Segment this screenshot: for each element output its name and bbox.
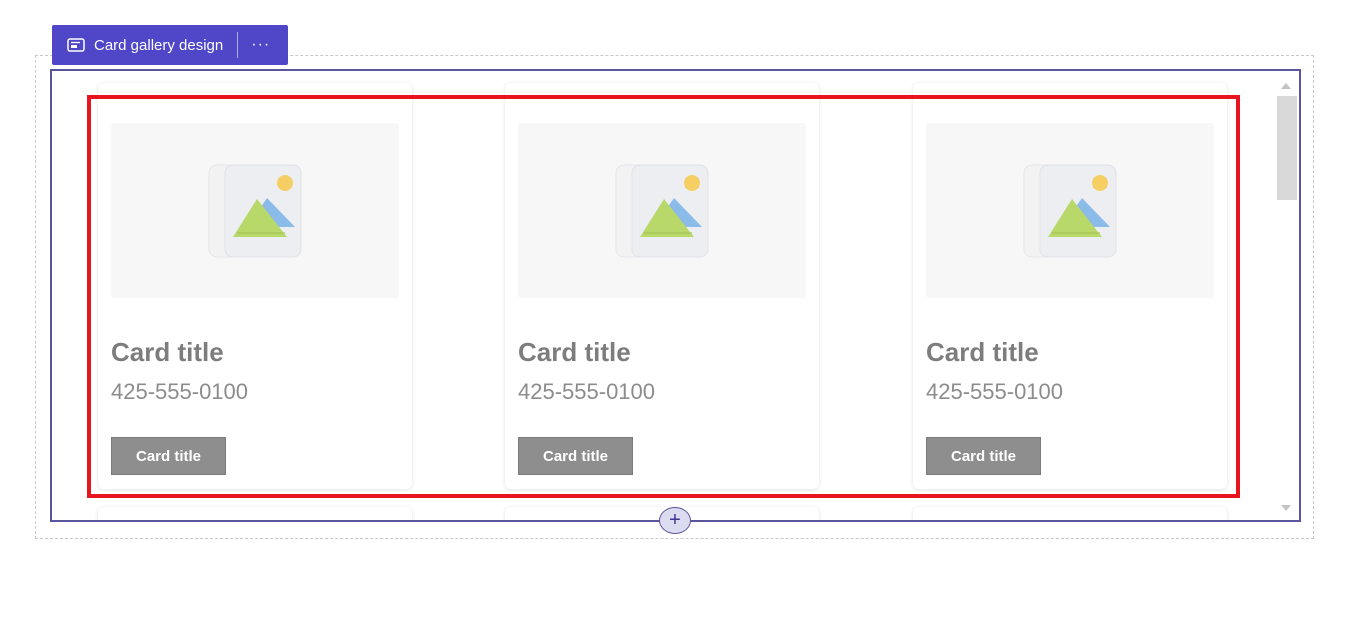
image-placeholder-icon bbox=[208, 164, 302, 258]
gallery-card-partial[interactable] bbox=[98, 507, 412, 520]
card-title: Card title bbox=[518, 337, 631, 367]
card-title: Card title bbox=[926, 337, 1039, 367]
card-image bbox=[926, 123, 1214, 298]
card-phone: 425-555-0100 bbox=[518, 379, 656, 404]
gallery-card[interactable]: Card title 425-555-0100 Card title bbox=[913, 83, 1227, 489]
card-title: Card title bbox=[111, 337, 224, 367]
plus-icon: + bbox=[669, 509, 681, 531]
image-placeholder-icon bbox=[1023, 164, 1117, 258]
card-button[interactable]: Card title bbox=[518, 437, 633, 475]
more-options-button[interactable]: ··· bbox=[238, 25, 283, 65]
scroll-up-arrow-icon[interactable] bbox=[1281, 83, 1291, 89]
vertical-scrollbar[interactable] bbox=[1275, 79, 1297, 515]
card-image bbox=[518, 123, 806, 298]
image-placeholder-icon bbox=[615, 164, 709, 258]
card-phone: 425-555-0100 bbox=[111, 379, 249, 404]
gallery-card-partial[interactable] bbox=[913, 507, 1227, 520]
scroll-down-arrow-icon[interactable] bbox=[1281, 505, 1291, 511]
toolbar-title[interactable]: Card gallery design bbox=[94, 37, 223, 54]
card-gallery-icon bbox=[67, 38, 85, 52]
card-gallery[interactable]: Card title 425-555-0100 Card title Card … bbox=[50, 69, 1301, 522]
scrollbar-thumb[interactable] bbox=[1277, 96, 1297, 200]
component-toolbar[interactable]: Card gallery design ··· bbox=[52, 25, 288, 65]
card-button[interactable]: Card title bbox=[111, 437, 226, 475]
gallery-card[interactable]: Card title 425-555-0100 Card title bbox=[98, 83, 412, 489]
gallery-card[interactable]: Card title 425-555-0100 Card title bbox=[505, 83, 819, 489]
add-item-button[interactable]: + bbox=[659, 507, 691, 534]
card-button[interactable]: Card title bbox=[926, 437, 1041, 475]
card-image bbox=[111, 123, 399, 298]
card-phone: 425-555-0100 bbox=[926, 379, 1064, 404]
